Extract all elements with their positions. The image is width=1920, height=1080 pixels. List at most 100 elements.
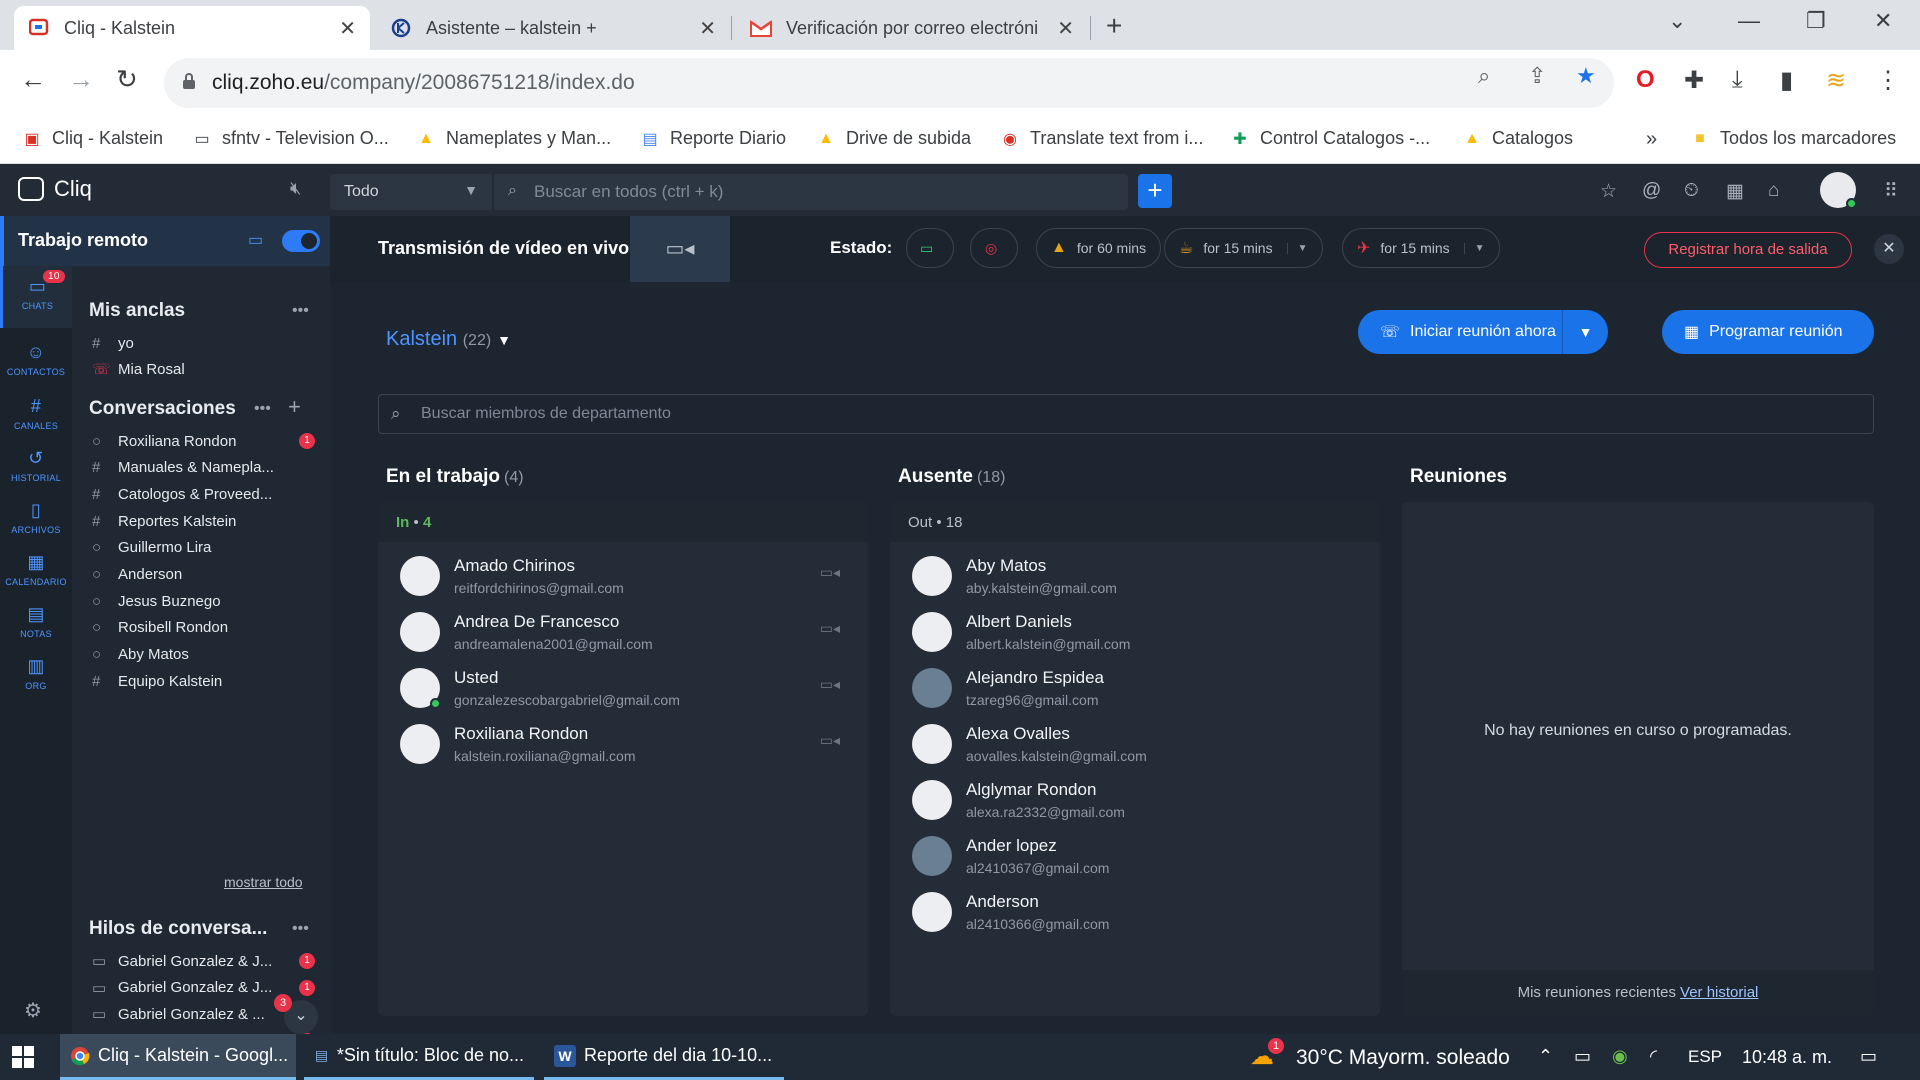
department-selector[interactable]: Kalstein (22) ▼ xyxy=(386,328,511,351)
extensions-puzzle-icon[interactable]: ✚ xyxy=(1684,66,1704,95)
rail-history[interactable]: ↺ HISTORIAL xyxy=(0,448,72,483)
zoom-icon[interactable]: ⌕ xyxy=(1478,63,1490,89)
profile-flag-icon[interactable]: ≋ xyxy=(1826,66,1846,95)
close-icon[interactable]: ✕ xyxy=(1874,234,1904,264)
conversation-item[interactable]: ○ Aby Matos xyxy=(72,640,330,670)
conversation-item[interactable]: ○ Roxiliana Rondon 1 xyxy=(72,426,330,456)
minimize-icon[interactable]: — xyxy=(1738,8,1760,34)
language-indicator[interactable]: ESP xyxy=(1688,1047,1722,1067)
status-monitor-button[interactable]: ▭ xyxy=(906,228,954,268)
close-tab-icon[interactable]: ✕ xyxy=(1057,16,1074,41)
notifications-icon[interactable]: ▭ xyxy=(1860,1046,1877,1067)
url-bar[interactable]: cliq.zoho.eu/company/20086751218/index.d… xyxy=(164,58,1614,108)
pin-item[interactable]: ☏ Mia Rosal xyxy=(72,354,330,384)
clock-time[interactable]: 10:48 a. m. xyxy=(1742,1047,1832,1068)
tab-gmail[interactable]: Verificación por correo electróni ✕ xyxy=(736,6,1088,50)
rail-chats[interactable]: ▭ CHATS 10 xyxy=(0,266,72,328)
start-meeting-button[interactable]: ☏ Iniciar reunión ahora ▼ xyxy=(1358,310,1608,354)
bookmarks-overflow-button[interactable]: » xyxy=(1646,128,1657,151)
windows-start-icon[interactable] xyxy=(12,1046,34,1068)
close-tab-icon[interactable]: ✕ xyxy=(699,16,716,41)
network-shield-icon[interactable]: ◉ xyxy=(1612,1046,1628,1067)
chevron-down-icon[interactable]: ▼ xyxy=(1286,242,1308,254)
thread-item[interactable]: ▭ Gabriel Gonzalez & J... 1 xyxy=(72,946,330,976)
calendar-icon[interactable]: ▦ xyxy=(1726,180,1744,203)
video-camera-button[interactable]: ▭◂ xyxy=(630,216,730,282)
bookmark-star-icon[interactable]: ★ xyxy=(1576,63,1596,89)
menu-kebab-icon[interactable]: ⋮ xyxy=(1876,66,1900,95)
bookmark-control[interactable]: ✚ Control Catalogos -... xyxy=(1230,128,1430,149)
taskbar-word[interactable]: W Reporte del dia 10-10... xyxy=(544,1034,784,1080)
tab-search-icon[interactable]: ⌄ xyxy=(1668,8,1686,34)
video-call-icon[interactable]: ▭◂ xyxy=(820,564,840,581)
back-icon[interactable]: ← xyxy=(20,64,46,95)
weather-text[interactable]: 30°C Mayorm. soleado xyxy=(1296,1046,1510,1070)
bookmark-nameplates[interactable]: ▲ Nameplates y Man... xyxy=(416,128,611,149)
more-options-icon[interactable]: ••• xyxy=(292,302,309,320)
store-icon[interactable]: ⌂ xyxy=(1768,180,1779,202)
rail-calendar[interactable]: ▦ CALENDARIO xyxy=(0,552,72,587)
new-tab-button[interactable]: + xyxy=(1106,10,1122,42)
conversation-item[interactable]: # Catologos & Proveed... xyxy=(72,479,330,509)
video-call-icon[interactable]: ▭◂ xyxy=(820,676,840,693)
conversation-item[interactable]: ○ Anderson xyxy=(72,560,330,590)
star-icon[interactable]: ☆ xyxy=(1600,180,1617,203)
opera-extension-icon[interactable]: O xyxy=(1636,66,1655,94)
add-conversation-icon[interactable]: + xyxy=(288,394,301,420)
share-icon[interactable]: ⇪ xyxy=(1528,63,1546,89)
member-row[interactable]: Roxiliana Rondon kalstein.roxiliana@gmail… xyxy=(378,710,868,778)
reload-icon[interactable]: ↻ xyxy=(116,64,138,95)
global-search-input[interactable]: ⌕ Buscar en todos (ctrl + k) xyxy=(494,174,1128,210)
all-bookmarks-button[interactable]: ■ Todos los marcadores xyxy=(1690,128,1896,149)
bookmark-translate[interactable]: ◉ Translate text from i... xyxy=(1000,128,1203,149)
video-call-icon[interactable]: ▭◂ xyxy=(820,732,840,749)
check-out-button[interactable]: Registrar hora de salida xyxy=(1644,232,1852,268)
tab-cliq[interactable]: Cliq - Kalstein ✕ xyxy=(14,6,370,50)
status-target-button[interactable]: ◎ xyxy=(970,228,1018,268)
bookmark-sfntv[interactable]: ▭ sfntv - Television O... xyxy=(192,128,388,149)
reminders-icon[interactable]: ⏲ xyxy=(1684,180,1699,202)
new-action-button[interactable]: + xyxy=(1138,174,1172,208)
more-options-icon[interactable]: ••• xyxy=(292,920,309,938)
status-lunch-button[interactable]: ▲ for 60 mins xyxy=(1036,228,1162,268)
download-icon[interactable]: ⤓ xyxy=(1732,66,1743,94)
member-search-input[interactable]: ⌕ Buscar miembros de departamento xyxy=(378,394,1874,434)
schedule-meeting-button[interactable]: ▦ Programar reunión xyxy=(1662,310,1874,354)
show-all-link[interactable]: mostrar todo xyxy=(224,874,303,890)
chevron-down-icon[interactable]: ▼ xyxy=(1562,310,1608,354)
scroll-down-button[interactable]: ⌄ 3 xyxy=(274,994,318,1034)
apps-grid-icon[interactable]: ⠿ xyxy=(1884,180,1898,203)
search-scope-select[interactable]: Todo ▼ xyxy=(330,174,492,210)
conversation-item[interactable]: # Manuales & Namepla... xyxy=(72,453,330,483)
close-tab-icon[interactable]: ✕ xyxy=(339,16,356,41)
view-history-link[interactable]: Ver historial xyxy=(1680,984,1758,1001)
side-panel-icon[interactable]: ▮ xyxy=(1780,66,1793,95)
conversation-item[interactable]: ○ Jesus Buznego xyxy=(72,586,330,616)
more-options-icon[interactable]: ••• xyxy=(254,400,271,418)
rail-files[interactable]: ▯ ARCHIVOS xyxy=(0,500,72,535)
taskbar-chrome[interactable]: Cliq - Kalstein - Googl... xyxy=(60,1034,296,1080)
close-window-icon[interactable]: ✕ xyxy=(1874,8,1892,34)
wifi-icon[interactable]: ◜ xyxy=(1650,1046,1657,1067)
rail-org[interactable]: ▥ ORG xyxy=(0,656,72,691)
rail-channels[interactable]: # CANALES xyxy=(0,396,72,431)
bookmark-cliq[interactable]: ▣ Cliq - Kalstein xyxy=(22,128,163,149)
video-call-icon[interactable]: ▭◂ xyxy=(820,620,840,637)
conversation-item[interactable]: # Equipo Kalstein xyxy=(72,666,330,696)
status-coffee-button[interactable]: ☕︎ for 15 mins ▼ xyxy=(1164,228,1323,268)
remote-work-toggle[interactable] xyxy=(282,230,320,252)
bookmark-catalogos[interactable]: ▲ Catalogos xyxy=(1462,128,1573,149)
battery-icon[interactable]: ▭ xyxy=(1574,1046,1591,1067)
taskbar-notepad[interactable]: ▤ *Sin título: Bloc de no... xyxy=(304,1034,534,1080)
mute-icon[interactable]: 🔇︎ xyxy=(290,178,301,199)
settings-gear-icon[interactable]: ⚙ xyxy=(24,998,42,1023)
conversation-item[interactable]: ○ Rosibell Rondon xyxy=(72,613,330,643)
bookmark-drive[interactable]: ▲ Drive de subida xyxy=(816,128,971,149)
conversation-item[interactable]: ○ Guillermo Lira xyxy=(72,533,330,563)
rail-contacts[interactable]: ☺ CONTACTOS xyxy=(0,342,72,377)
user-avatar[interactable] xyxy=(1820,172,1857,209)
thread-item[interactable]: ▭ Gabriel Gonzalez & J... 1 xyxy=(72,973,330,1003)
tray-overflow-icon[interactable]: ⌃ xyxy=(1538,1046,1553,1067)
status-break-button[interactable]: ✈ for 15 mins ▼ xyxy=(1342,228,1500,268)
conversation-item[interactable]: # Reportes Kalstein xyxy=(72,506,330,536)
